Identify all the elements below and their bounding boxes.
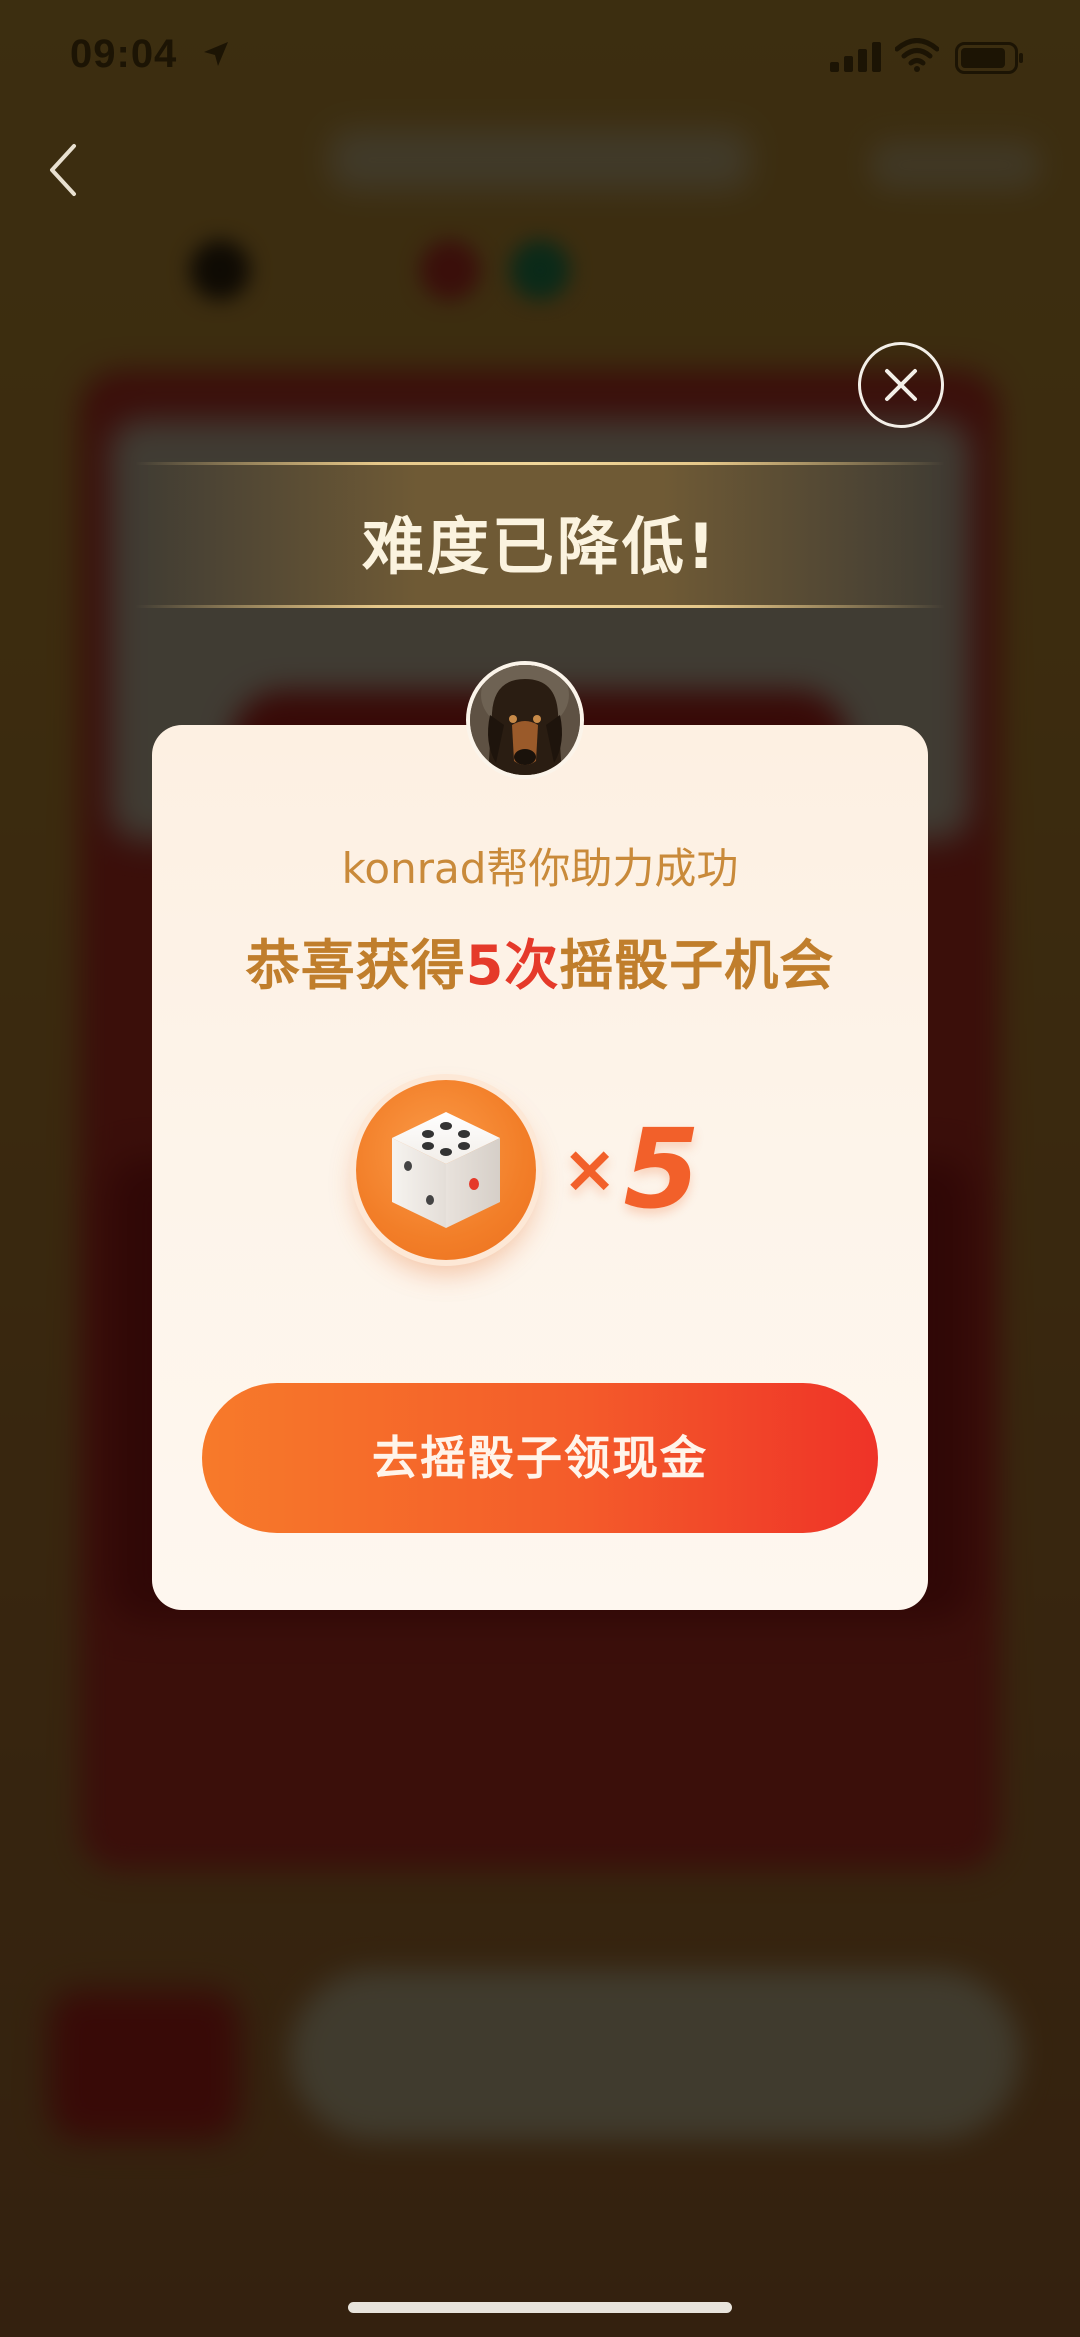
dog-avatar-icon bbox=[470, 665, 580, 775]
location-arrow-icon bbox=[204, 42, 228, 66]
reward-card: konrad帮你助力成功 恭喜获得5次摇骰子机会 ×5 去摇骰子领现金 bbox=[152, 661, 928, 1610]
reward-multiplier: ×5 bbox=[562, 1105, 700, 1233]
headline-highlight: 5次 bbox=[465, 934, 560, 997]
helper-message: konrad帮你助力成功 bbox=[341, 844, 739, 893]
avatar bbox=[466, 661, 584, 779]
modal-title: 难度已降低! bbox=[361, 510, 719, 583]
headline-prefix: 恭喜获得 bbox=[245, 934, 466, 997]
status-bar: 09:04 bbox=[0, 0, 1080, 120]
close-button[interactable] bbox=[858, 342, 944, 428]
status-time: 09:04 bbox=[70, 32, 178, 76]
multiplier-symbol: × bbox=[562, 1130, 618, 1208]
dice-badge bbox=[356, 1080, 536, 1260]
banner-divider bbox=[135, 462, 945, 465]
signal-icon bbox=[830, 42, 881, 72]
multiplier-count: 5 bbox=[623, 1105, 700, 1233]
wifi-icon bbox=[895, 38, 939, 72]
chevron-left-icon[interactable] bbox=[40, 140, 90, 200]
home-indicator[interactable] bbox=[348, 2302, 732, 2313]
headline-suffix: 摇骰子机会 bbox=[559, 934, 835, 997]
banner-divider bbox=[135, 605, 945, 608]
modal-title-banner: 难度已降低! bbox=[135, 462, 945, 608]
dice-icon bbox=[392, 1112, 500, 1228]
roll-dice-button[interactable]: 去摇骰子领现金 bbox=[202, 1383, 878, 1533]
battery-icon bbox=[955, 42, 1023, 74]
reward-headline: 恭喜获得5次摇骰子机会 bbox=[152, 921, 928, 1000]
roll-dice-button-label: 去摇骰子领现金 bbox=[372, 1431, 708, 1485]
close-icon bbox=[885, 369, 917, 401]
